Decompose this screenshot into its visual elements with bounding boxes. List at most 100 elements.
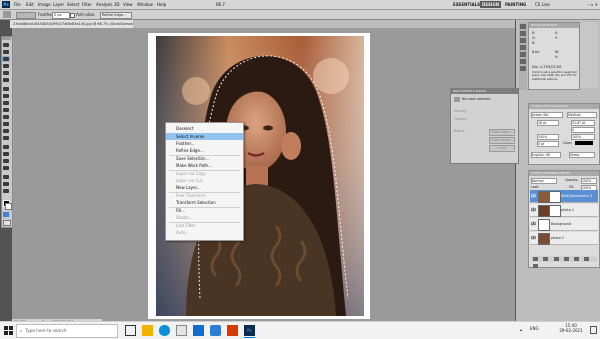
workspace-essentials[interactable]: ESSENTIALS (451, 1, 482, 8)
layer-row[interactable]: photo 2 (530, 232, 598, 245)
menu-layer[interactable]: Layer (53, 0, 64, 9)
document-tab[interactable]: 23ed48e0d1643483d2990274f8e83e100.jpg @ … (10, 20, 133, 28)
horizontal-scale-input[interactable]: 100% (571, 134, 595, 140)
refine-edge-button[interactable]: Refine Edge... (100, 12, 132, 19)
zoom-tool-icon[interactable] (2, 188, 10, 194)
tab-character[interactable]: CHARACTER (531, 104, 549, 108)
edge-browser-icon[interactable] (159, 325, 170, 336)
language-select[interactable]: English: UK (531, 152, 561, 158)
tools-panel-header[interactable] (2, 37, 11, 40)
menu-select[interactable]: Select (67, 0, 79, 9)
invert-button[interactable]: Invert (489, 145, 515, 152)
lasso-tool-active-icon[interactable] (2, 56, 10, 62)
hand-tool-icon[interactable] (2, 181, 10, 187)
tab-layers[interactable]: LAYERS (531, 171, 542, 175)
tab-adjustments[interactable]: ADJUSTMENTS (453, 89, 475, 93)
blur-tool-icon[interactable] (2, 128, 10, 134)
context-menu-item[interactable]: Save Selection... (166, 155, 243, 162)
color-icon[interactable] (520, 66, 526, 71)
antialias-checkbox[interactable] (70, 13, 75, 18)
context-menu-item[interactable]: Deselect (166, 125, 243, 132)
gradient-tool-icon[interactable] (2, 121, 10, 127)
tracking-input[interactable]: 0 (571, 127, 595, 133)
file-explorer-icon[interactable] (142, 325, 153, 336)
type-tool-icon[interactable] (2, 151, 10, 157)
opacity-input[interactable]: 100% (581, 178, 597, 184)
layer-style-icon[interactable] (543, 257, 549, 261)
character-panel-tabs[interactable]: CHARACTER PARAGRAPH (529, 104, 599, 109)
photoshop-taskbar-icon[interactable]: Ps (244, 325, 255, 336)
menu-analysis[interactable]: Analysis (96, 0, 112, 9)
tab-histogram[interactable]: HISTOGRAM (531, 23, 549, 27)
taskbar-clock[interactable]: 15:40 29-02-2021 (556, 323, 586, 333)
task-view-icon[interactable] (125, 325, 136, 336)
brushes-icon[interactable] (520, 52, 526, 57)
visibility-eye-icon[interactable] (530, 221, 537, 226)
zoom-level[interactable]: 66.7 (216, 0, 225, 9)
office-icon[interactable] (227, 325, 238, 336)
mask-edge-button[interactable]: Mask Edge... (489, 129, 515, 136)
swatches-icon[interactable] (520, 38, 526, 43)
brush-tool-icon[interactable] (2, 93, 10, 99)
cs-live-button[interactable]: CS Live (535, 0, 550, 9)
context-menu-item[interactable]: Feather... (166, 140, 243, 147)
crop-tool-icon[interactable] (2, 70, 10, 76)
clone-source-icon[interactable] (520, 59, 526, 64)
windows-start-icon[interactable] (4, 326, 13, 335)
font-size-input[interactable]: 16 pt (537, 120, 559, 126)
layer-thumbnail[interactable] (538, 219, 550, 231)
notifications-icon[interactable] (590, 326, 597, 334)
layer-name[interactable]: photo 2 (551, 232, 564, 244)
context-menu-item[interactable]: Fill... (166, 207, 243, 214)
quick-select-tool-icon[interactable] (2, 63, 10, 69)
taskbar-search[interactable]: ⌕ Type here to search (16, 324, 118, 338)
marquee-tool-icon[interactable] (2, 49, 10, 55)
blend-mode-select[interactable]: Normal (531, 178, 557, 184)
color-range-button[interactable]: Color Range... (489, 137, 515, 144)
pixel-mask-icon[interactable] (454, 97, 460, 102)
selection-mode-icons[interactable] (16, 12, 36, 19)
lasso-tool-icon[interactable] (3, 11, 11, 18)
eyedropper-tool-icon[interactable] (2, 77, 10, 83)
eraser-tool-icon[interactable] (2, 114, 10, 120)
tab-masks[interactable]: MASKS (476, 89, 486, 93)
shape-tool-icon[interactable] (2, 165, 10, 171)
styles-icon[interactable] (520, 45, 526, 50)
workspace-painting[interactable]: PAINTING (503, 1, 528, 8)
visibility-eye-icon[interactable] (530, 207, 537, 212)
pen-tool-icon[interactable] (2, 144, 10, 150)
add-mask-icon[interactable] (553, 257, 559, 261)
delete-layer-icon[interactable] (533, 264, 538, 268)
layer-name[interactable]: Background (551, 218, 571, 230)
mail-icon[interactable] (193, 325, 204, 336)
context-menu-item[interactable]: Transform Selection (166, 199, 243, 206)
text-color-swatch[interactable] (575, 141, 593, 145)
layer-row[interactable]: Background (530, 218, 598, 231)
quick-mask-icon[interactable] (3, 212, 9, 217)
adjustment-layer-icon[interactable] (563, 257, 569, 261)
font-style-select[interactable]: Medium (567, 112, 597, 118)
layer-name[interactable]: photo 1 (561, 204, 574, 216)
menu-image[interactable]: Image (38, 0, 51, 9)
baseline-input[interactable]: 0 pt (537, 141, 559, 147)
visibility-eye-icon[interactable] (530, 193, 537, 198)
background-color-swatch[interactable] (5, 203, 12, 210)
dodge-tool-icon[interactable] (2, 135, 10, 141)
language-indicator[interactable]: ENG (530, 326, 539, 331)
move-tool-icon[interactable] (2, 42, 10, 48)
context-menu-item[interactable]: Select Inverse (166, 133, 243, 140)
tab-paragraph[interactable]: PARAGRAPH (550, 104, 568, 108)
layer-name[interactable]: Shot/Salmonline 3 (561, 190, 592, 202)
visibility-eye-icon[interactable] (530, 235, 537, 240)
layer-row[interactable]: Shot/Salmonline 3 (530, 190, 598, 203)
clone-stamp-tool-icon[interactable] (2, 100, 10, 106)
leading-input[interactable]: 31.87 pt (571, 120, 595, 126)
menu-file[interactable]: File (14, 0, 21, 9)
history-icon[interactable] (520, 24, 526, 29)
tab-paths[interactable]: PATHS (561, 171, 570, 175)
menu-edit[interactable]: Edit (26, 0, 34, 9)
menu-filter[interactable]: Filter (82, 0, 92, 9)
feather-input[interactable]: 0 px (52, 12, 70, 19)
window-controls[interactable]: – ▫ ✕ (570, 1, 598, 8)
menu-view[interactable]: View (123, 0, 133, 9)
